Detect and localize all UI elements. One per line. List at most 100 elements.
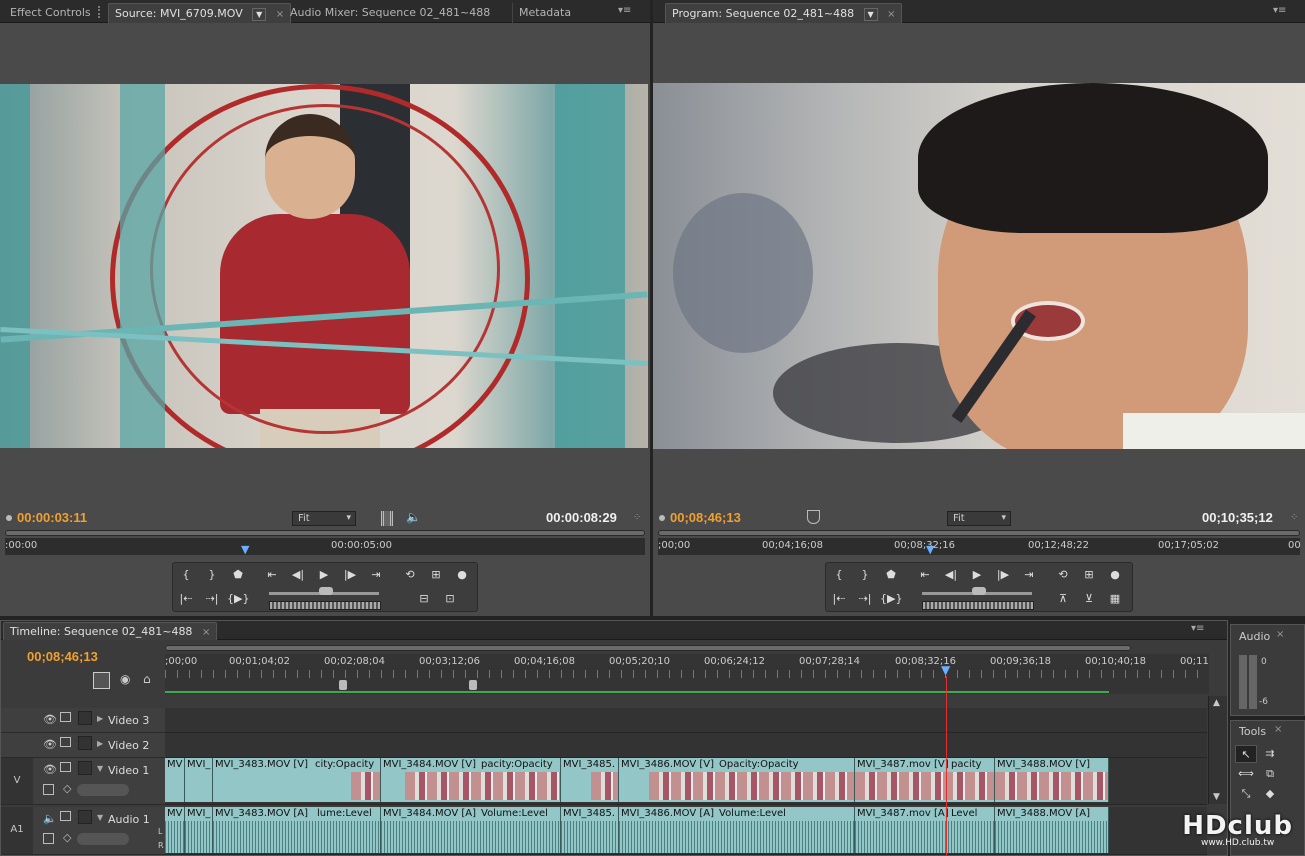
track-area-video1[interactable]: MV MVI_ MVI_3483.MOV [V] city:Opacity MVI… [165, 758, 1207, 805]
scroll-up-icon[interactable]: ▲ [1213, 698, 1220, 708]
step-forward-icon[interactable]: |▶ [339, 565, 361, 585]
audio-clip[interactable]: MVI_3486.MOV [A] Volume:Level [619, 807, 855, 853]
extract-icon[interactable]: ⊻ [1078, 589, 1100, 609]
keyframe-icon[interactable]: ◇ [63, 782, 71, 795]
scroll-down-icon[interactable]: ▼ [1213, 792, 1220, 802]
source-zoom-scrollbar[interactable] [5, 530, 645, 536]
lock-toggle[interactable] [78, 736, 92, 750]
video-clip[interactable]: MV [165, 758, 185, 802]
audio-clip[interactable]: MV [165, 807, 185, 853]
marker-1-icon[interactable] [339, 680, 347, 690]
timeline-zoom-scrollbar[interactable] [165, 645, 1131, 651]
rolling-edit-tool-icon[interactable]: ⧉ [1259, 765, 1281, 783]
play-icon[interactable]: ▶ [313, 565, 335, 585]
safe-margins-icon[interactable]: ⊞ [425, 565, 447, 585]
source-time-ruler[interactable]: :00:00 00:00:05:00 ▼ [5, 538, 645, 556]
go-to-out-icon[interactable]: ⇥ [365, 565, 387, 585]
clip-effect-label[interactable]: pacity:Opacity [481, 759, 553, 770]
shuttle-knob-icon[interactable] [972, 587, 986, 595]
go-to-prev-marker-icon[interactable]: |⇠ [175, 589, 197, 609]
source-zoom-select[interactable]: Fit [292, 511, 356, 526]
close-icon[interactable]: × [1274, 724, 1282, 735]
lock-toggle[interactable] [78, 711, 92, 725]
mark-out-icon[interactable]: } [854, 565, 876, 585]
settings-dots-icon[interactable]: ⁘ [633, 512, 641, 523]
panel-menu-icon[interactable]: ▾≡ [1273, 5, 1286, 16]
marker-2-icon[interactable] [469, 680, 477, 690]
close-icon[interactable]: × [276, 9, 284, 20]
close-icon[interactable]: × [202, 627, 210, 638]
timeline-playhead-icon[interactable]: ▼ [941, 663, 950, 677]
mark-out-icon[interactable]: } [201, 565, 223, 585]
selection-tool-icon[interactable]: ↖ [1235, 745, 1257, 763]
tab-timeline[interactable]: Timeline: Sequence 02_481~488 × [3, 622, 218, 640]
close-icon[interactable]: × [1276, 629, 1284, 640]
audio-target-label[interactable]: A1 [1, 807, 33, 854]
video-clip[interactable]: MVI_ [185, 758, 213, 802]
display-style-icon[interactable] [43, 833, 54, 844]
timeline-vertical-scrollbar[interactable]: ▲ ▼ [1208, 696, 1227, 804]
film-strip-icon[interactable] [381, 511, 393, 526]
clip-effect-label[interactable]: Opacity:Opacity [719, 759, 799, 770]
panel-menu-icon[interactable]: ▾≡ [618, 5, 631, 16]
play-icon[interactable]: ▶ [966, 565, 988, 585]
output-icon[interactable]: ● [451, 565, 473, 585]
video-target-label[interactable]: V [1, 758, 33, 804]
expand-triangle-icon[interactable]: ▶ [97, 739, 103, 748]
jog-wheel[interactable] [269, 601, 381, 610]
jog-wheel[interactable] [922, 601, 1034, 610]
mark-in-icon[interactable]: { [175, 565, 197, 585]
video-clip[interactable]: MVI_3483.MOV [V] city:Opacity [213, 758, 381, 802]
safe-margins-icon[interactable]: ⊞ [1078, 565, 1100, 585]
eye-icon[interactable]: 👁 [43, 738, 57, 751]
program-zoom-select[interactable]: Fit [947, 511, 1011, 526]
audio-clip[interactable]: MVI_3487.mov [A] Level [855, 807, 995, 853]
collapse-triangle-icon[interactable]: ▼ [97, 813, 103, 822]
clip-effect-label[interactable]: Volume:Level [719, 808, 786, 819]
go-to-in-icon[interactable]: ⇤ [914, 565, 936, 585]
add-marker-icon[interactable]: ⬟ [880, 565, 902, 585]
razor-tool-icon[interactable]: ◆ [1259, 785, 1281, 803]
mark-in-icon[interactable]: { [828, 565, 850, 585]
track-area-video2[interactable] [165, 733, 1207, 758]
add-marker-icon[interactable]: ⌂ [143, 672, 151, 686]
video-clip[interactable]: MVI_3487.mov [V] pacity [855, 758, 995, 802]
panel-menu-icon[interactable]: ▾≡ [1191, 623, 1204, 634]
lock-toggle[interactable] [78, 810, 92, 824]
video-clip[interactable]: MVI_3488.MOV [V] [995, 758, 1109, 802]
speaker-toggle-icon[interactable]: 🔈 [43, 812, 57, 825]
lift-icon[interactable]: ⊼ [1052, 589, 1074, 609]
program-current-timecode[interactable]: 00;08;46;13 [670, 510, 741, 525]
shuttle-knob-icon[interactable] [319, 587, 333, 595]
step-back-icon[interactable]: ◀| [940, 565, 962, 585]
keyframe-nav[interactable] [77, 784, 129, 796]
display-style-icon[interactable] [43, 784, 54, 795]
go-to-next-marker-icon[interactable]: ⇢| [201, 589, 223, 609]
collapse-triangle-icon[interactable]: ▼ [97, 764, 103, 773]
clip-effect-label[interactable]: city:Opacity [315, 759, 374, 770]
rate-stretch-tool-icon[interactable]: ⤡ [1235, 785, 1257, 803]
work-area-bar[interactable] [165, 691, 1109, 693]
program-playhead-icon[interactable]: ▼ [926, 543, 934, 556]
ripple-edit-tool-icon[interactable]: ⟺ [1235, 765, 1257, 783]
program-marker-icon[interactable] [807, 510, 820, 524]
insert-icon[interactable]: ⊟ [413, 589, 435, 609]
track-area-audio1[interactable]: MV MVI_ MVI_3483.MOV [A] lume:Level MVI_3… [165, 807, 1207, 855]
lock-toggle[interactable] [78, 761, 92, 775]
audio-clip[interactable]: MVI_3485. [561, 807, 619, 853]
step-back-icon[interactable]: ◀| [287, 565, 309, 585]
clip-effect-label[interactable]: Level [951, 808, 977, 819]
loop-icon[interactable]: ⟲ [1052, 565, 1074, 585]
tab-program[interactable]: Program: Sequence 02_481~488 ▼ × [665, 3, 903, 23]
go-to-next-edit-icon[interactable]: ⇢| [854, 589, 876, 609]
expand-triangle-icon[interactable]: ▶ [97, 714, 103, 723]
video-clip[interactable]: MVI_3486.MOV [V] Opacity:Opacity [619, 758, 855, 802]
trim-monitor-icon[interactable]: ▦ [1104, 589, 1126, 609]
tab-effect-controls[interactable]: Effect Controls [4, 3, 97, 23]
clip-effect-label[interactable]: Volume:Level [481, 808, 548, 819]
video-clip[interactable]: MVI_3484.MOV [V] pacity:Opacity [381, 758, 561, 802]
eye-icon[interactable]: 👁 [43, 763, 57, 776]
tab-source[interactable]: Source: MVI_6709.MOV ▼ × [108, 3, 292, 23]
loop-icon[interactable]: ⟲ [399, 565, 421, 585]
track-select-tool-icon[interactable]: ⇉ [1259, 745, 1281, 763]
